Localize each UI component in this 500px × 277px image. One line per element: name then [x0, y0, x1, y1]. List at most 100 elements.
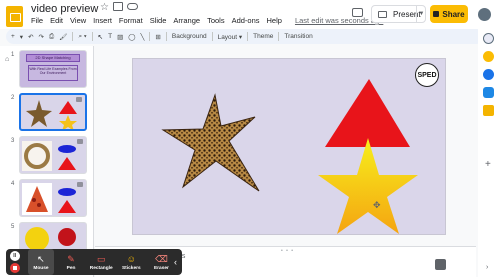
eraser-icon: ⌫	[155, 253, 168, 264]
background-button[interactable]: Background	[172, 33, 207, 40]
slide-filmstrip: ⌂ 1 2D Shape Matching With Real Life Exa…	[0, 46, 94, 277]
image-icon[interactable]: ▨	[117, 33, 123, 41]
select-cursor-icon[interactable]: ↖	[98, 33, 103, 41]
thumb-subtitle: With Real Life Examples From Our Environ…	[28, 65, 78, 81]
chevron-right-icon[interactable]: ›	[486, 264, 488, 271]
filmstrip-tag-icon: ⌂	[5, 56, 10, 63]
sticker-icon: ☺	[126, 253, 136, 264]
toolbar-divider	[149, 32, 151, 41]
zoom-button[interactable]: ⌕ ▾	[78, 33, 86, 41]
share-label: Share	[442, 9, 465, 19]
menu-insert[interactable]: Insert	[93, 16, 112, 25]
slide-number: 4	[11, 181, 15, 187]
title-bar: video preview ☆ File Edit View Insert Fo…	[0, 0, 500, 29]
addon-icon[interactable]	[483, 105, 494, 116]
toolbar-divider	[72, 32, 74, 41]
layout-button[interactable]: Layout ▾	[218, 33, 243, 41]
collapse-chevron-icon[interactable]: ‹	[174, 257, 177, 267]
toolbar: + ▾ ↶ ↷ ⎙ 🖌 ⌕ ▾ ↖ T ▨ ◯ ╲ ⊞ Background L…	[6, 29, 484, 44]
present-dropdown-button[interactable]: ▼	[416, 5, 426, 23]
slide-thumbnail-4[interactable]	[19, 179, 87, 217]
eraser-tool-button[interactable]: ⌫ Eraser	[149, 249, 174, 275]
lock-icon	[433, 11, 440, 17]
group-icon	[76, 97, 82, 102]
share-button[interactable]: Share	[430, 5, 468, 23]
menu-arrange[interactable]: Arrange	[173, 16, 200, 25]
rectangle-icon: ▭	[96, 253, 106, 264]
calendar-icon[interactable]	[483, 33, 494, 44]
pen-tool-button[interactable]: ✎ Pen	[59, 249, 84, 275]
rectangle-tool-button[interactable]: ▭ Rectangle	[89, 249, 114, 275]
side-panel: + ›	[478, 29, 500, 277]
menu-edit[interactable]: Edit	[50, 16, 63, 25]
toolbar-divider	[247, 32, 249, 41]
shape-icon[interactable]: ◯	[128, 33, 135, 41]
recorder-controls: II	[6, 249, 23, 275]
yellow-star-shape[interactable]	[318, 138, 418, 234]
group-icon	[77, 139, 83, 144]
toolbar-divider	[278, 32, 280, 41]
text-box-icon[interactable]: T	[108, 33, 112, 40]
comment-add-icon[interactable]: ⊞	[155, 33, 160, 41]
slide-thumbnail-1[interactable]: 2D Shape Matching With Real Life Example…	[19, 50, 87, 88]
transition-button[interactable]: Transition	[284, 33, 312, 40]
user-avatar[interactable]	[478, 8, 491, 21]
mouse-tool-label: Mouse	[33, 265, 49, 271]
paint-format-icon[interactable]: 🖌	[59, 33, 67, 41]
tasks-icon[interactable]	[483, 69, 494, 80]
keep-icon[interactable]	[483, 51, 494, 62]
toolbar-divider	[165, 32, 167, 41]
menu-bar: File Edit View Insert Format Slide Arran…	[31, 16, 383, 25]
pen-icon: ✎	[67, 253, 75, 264]
mouse-tool-button[interactable]: ↖ Mouse	[28, 249, 54, 275]
slides-logo-icon[interactable]	[6, 6, 23, 27]
toolbar-divider	[211, 32, 213, 41]
slide-number: 3	[11, 138, 15, 144]
screen-recorder-toolbar: II ↖ Mouse ✎ Pen ▭ Rectangle ☺ Stickers …	[6, 249, 182, 275]
slide-canvas[interactable]: ✥ SPED	[132, 58, 446, 235]
star-icon[interactable]: ☆	[100, 2, 109, 13]
menu-file[interactable]: File	[31, 16, 43, 25]
present-icon	[378, 10, 387, 18]
menu-help[interactable]: Help	[267, 16, 282, 25]
red-triangle-shape[interactable]	[325, 79, 410, 147]
sped-logo: SPED	[415, 63, 439, 87]
new-slide-icon[interactable]: +	[11, 33, 15, 40]
group-icon	[77, 182, 83, 187]
slide-number: 1	[11, 52, 15, 58]
explore-icon[interactable]	[435, 259, 446, 270]
slide-number: 5	[11, 224, 15, 230]
print-icon[interactable]: ⎙	[49, 33, 54, 41]
slide-thumbnail-3[interactable]	[19, 136, 87, 174]
cloud-status-icon[interactable]	[127, 3, 138, 10]
document-title[interactable]: video preview	[31, 3, 98, 15]
pause-icon[interactable]: II	[9, 251, 20, 261]
comment-history-icon[interactable]	[352, 8, 363, 17]
menu-addons[interactable]: Add-ons	[232, 16, 260, 25]
mouse-icon: ↖	[37, 253, 45, 264]
pen-tool-label: Pen	[66, 265, 76, 271]
add-ons-plus-icon[interactable]: +	[485, 159, 491, 170]
dropdown-icon[interactable]: ▾	[20, 33, 23, 41]
redo-icon[interactable]: ↷	[39, 33, 44, 41]
menu-slide[interactable]: Slide	[150, 16, 167, 25]
line-icon[interactable]: ╲	[141, 33, 145, 41]
slide-number: 2	[11, 95, 15, 101]
thumb-title: 2D Shape Matching	[26, 54, 80, 62]
undo-icon[interactable]: ↶	[28, 33, 33, 41]
notes-resize-handle[interactable]: • • •	[281, 248, 294, 254]
menu-tools[interactable]: Tools	[207, 16, 225, 25]
menu-view[interactable]: View	[70, 16, 86, 25]
theme-button[interactable]: Theme	[253, 33, 273, 40]
starfish-image[interactable]	[161, 93, 260, 192]
eraser-tool-label: Eraser	[153, 265, 169, 271]
contacts-icon[interactable]	[483, 87, 494, 98]
toolbar-divider	[91, 32, 93, 41]
move-folder-icon[interactable]	[113, 2, 123, 11]
stickers-tool-label: Stickers	[121, 265, 141, 271]
stop-icon[interactable]	[9, 263, 20, 273]
stickers-tool-button[interactable]: ☺ Stickers	[119, 249, 144, 275]
slide-thumbnail-2[interactable]	[19, 93, 87, 131]
slide-shapes: ✥	[161, 79, 418, 234]
menu-format[interactable]: Format	[119, 16, 143, 25]
